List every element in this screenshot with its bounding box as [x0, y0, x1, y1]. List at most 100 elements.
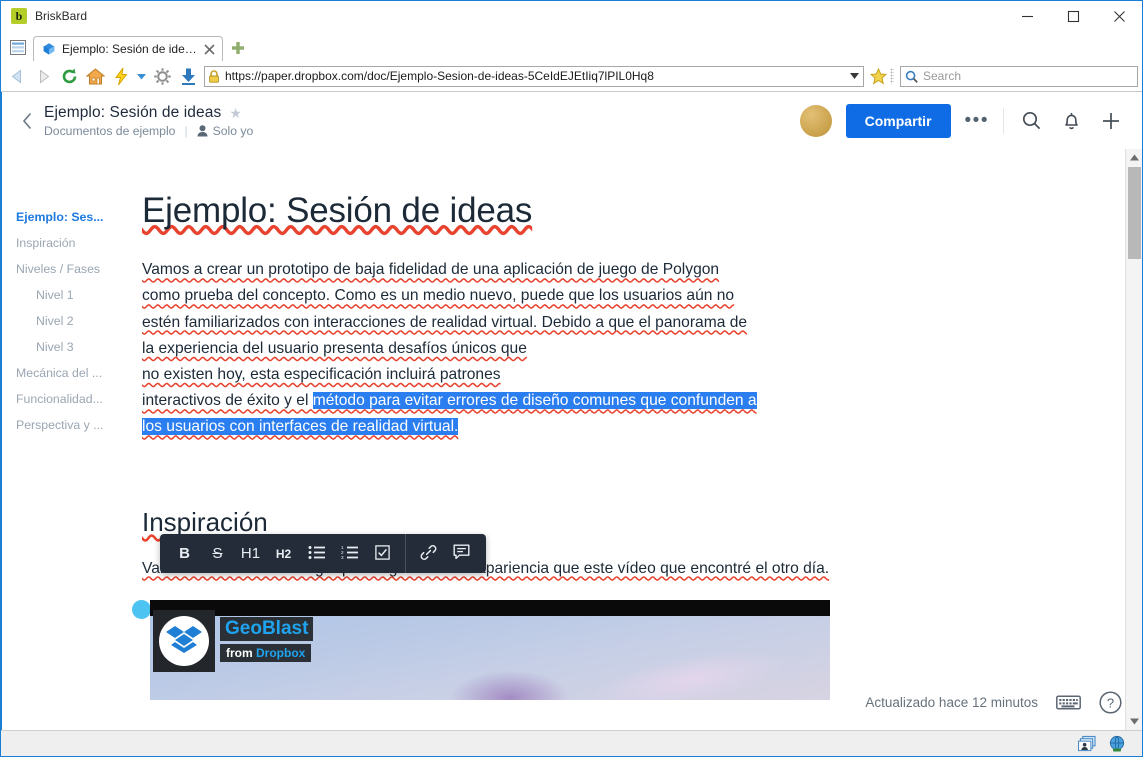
paragraph-1-line-4: la experiencia del usuario presenta desa…	[142, 339, 527, 357]
tab-close-icon[interactable]	[203, 43, 216, 56]
reload-icon[interactable]	[57, 64, 81, 88]
new-document-icon[interactable]	[1098, 108, 1124, 134]
app-logo-icon: b	[11, 8, 27, 24]
document-content[interactable]: Ejemplo: Sesión de ideas Vamos a crear u…	[132, 149, 832, 700]
search-input[interactable]: Search	[923, 69, 961, 83]
dropbox-logo-icon	[159, 615, 209, 666]
bookmark-star-icon[interactable]	[868, 67, 888, 85]
heading-2-button[interactable]: H2	[267, 537, 300, 570]
keyboard-shortcuts-icon[interactable]	[1056, 694, 1081, 711]
toc-item-4[interactable]: Nivel 2	[16, 308, 130, 334]
web-page: Ejemplo: Sesión de ideas ★ Documentos de…	[1, 92, 1142, 730]
paper-header: Ejemplo: Sesión de ideas ★ Documentos de…	[2, 92, 1142, 149]
search-icon[interactable]	[1018, 108, 1044, 134]
bulleted-list-button[interactable]	[300, 537, 333, 570]
paper-status-bar: Actualizado hace 12 minutos ?	[865, 691, 1122, 714]
video-background-blur-1	[587, 638, 793, 700]
selected-text-line-2[interactable]: los usuarios con interfaces de realidad …	[142, 418, 459, 436]
toc-item-3[interactable]: Nivel 1	[16, 282, 130, 308]
more-options-button[interactable]: •••	[965, 111, 989, 130]
turbo-dropdown-icon[interactable]	[135, 64, 148, 88]
numbered-list-icon: 1 2 3	[341, 545, 358, 563]
toc-item-6[interactable]: Mecánica del ...	[16, 360, 130, 386]
notifications-bell-icon[interactable]	[1058, 108, 1084, 134]
document-title-block: Ejemplo: Sesión de ideas ★ Documentos de…	[44, 104, 253, 138]
share-button[interactable]: Compartir	[845, 103, 951, 138]
checkbox-icon	[375, 544, 390, 563]
toc-item-0[interactable]: Ejemplo: Ses...	[16, 204, 130, 230]
toc-item-1[interactable]: Inspiración	[16, 230, 130, 256]
privacy-status[interactable]: Solo yo	[197, 123, 254, 138]
tab-label: Ejemplo: Sesión de ideas –	[62, 42, 197, 56]
avatar[interactable]	[799, 104, 832, 137]
strikethrough-icon: S	[212, 545, 223, 562]
status-bar	[1, 730, 1142, 756]
url-bar[interactable]: https://paper.dropbox.com/doc/Ejemplo-Se…	[204, 65, 864, 87]
heading-1-button[interactable]: H1	[234, 537, 267, 570]
search-bar[interactable]: Search	[900, 65, 1138, 87]
page-scrollbar[interactable]	[1125, 149, 1142, 730]
comment-icon	[453, 544, 470, 563]
browser-tab[interactable]: Ejemplo: Sesión de ideas –	[33, 36, 223, 61]
maximize-button[interactable]	[1050, 1, 1096, 31]
url-text: https://paper.dropbox.com/doc/Ejemplo-Se…	[225, 69, 654, 83]
toc-item-7[interactable]: Funcionalidad...	[16, 386, 130, 412]
minimize-button[interactable]	[1004, 1, 1050, 31]
document-area[interactable]: Ejemplo: Sesión de ideas Vamos a crear u…	[130, 149, 1142, 730]
paragraph-1-line-3: estén familiarizados con interacciones d…	[142, 313, 748, 331]
video-title: GeoBlast	[220, 616, 314, 641]
url-dropdown-icon[interactable]	[848, 73, 860, 79]
selected-text-line-1[interactable]: método para evitar errores de diseño com…	[312, 392, 757, 410]
panel-toggle-icon[interactable]	[7, 36, 29, 58]
toc-item-5[interactable]: Nivel 3	[16, 334, 130, 360]
help-icon[interactable]: ?	[1099, 691, 1122, 714]
document-heading-1-text: Ejemplo: Sesión de ideas	[142, 191, 533, 230]
video-subtitle: from Dropbox	[220, 643, 312, 662]
paragraph-1-line-1: Vamos a crear un prototipo de baja fidel…	[142, 261, 720, 279]
forward-icon[interactable]	[31, 64, 55, 88]
turbo-icon[interactable]	[109, 64, 133, 88]
scroll-down-arrow-icon[interactable]	[1126, 713, 1143, 730]
bold-button[interactable]: B	[168, 537, 201, 570]
drag-handle[interactable]	[132, 599, 151, 619]
video-embed[interactable]: GeoBlast from Dropbox	[150, 599, 830, 700]
breadcrumb-separator: |	[184, 123, 188, 138]
svg-text:?: ?	[1107, 695, 1114, 710]
settings-gear-icon[interactable]	[150, 64, 174, 88]
back-icon[interactable]	[5, 64, 29, 88]
scroll-up-arrow-icon[interactable]	[1126, 149, 1143, 166]
paragraph-1[interactable]: Vamos a crear un prototipo de baja fidel…	[142, 257, 832, 440]
paragraph-1-line-6: interactivos de éxito y el	[142, 392, 313, 410]
embed-wrapper: GeoBlast from Dropbox	[132, 599, 832, 700]
numbered-list-button[interactable]: 1 2 3	[333, 537, 366, 570]
document-heading-1[interactable]: Ejemplo: Sesión de ideas	[142, 191, 832, 231]
scrollbar-thumb[interactable]	[1127, 167, 1141, 259]
close-button[interactable]	[1096, 1, 1142, 31]
favorite-star-icon[interactable]: ★	[229, 106, 242, 120]
new-tab-icon[interactable]	[227, 37, 249, 59]
search-icon	[905, 70, 918, 83]
home-icon[interactable]	[83, 64, 107, 88]
toolbar-grip[interactable]	[890, 68, 894, 84]
document-title-row: Ejemplo: Sesión de ideas ★	[44, 104, 253, 122]
todo-checkbox-button[interactable]	[366, 537, 399, 570]
comment-button[interactable]	[445, 537, 478, 570]
video-background-blur-2	[450, 669, 570, 700]
strikethrough-button[interactable]: S	[201, 537, 234, 570]
link-button[interactable]	[412, 537, 445, 570]
downloads-icon[interactable]	[176, 64, 200, 88]
app-title: BriskBard	[35, 9, 88, 23]
page-title[interactable]: Ejemplo: Sesión de ideas	[44, 104, 221, 122]
windows-list-icon[interactable]	[1078, 735, 1096, 753]
status-tray	[1078, 735, 1136, 753]
network-status-icon[interactable]	[1108, 735, 1126, 753]
paper-body: Ejemplo: Ses... Inspiración Niveles / Fa…	[2, 149, 1142, 730]
back-chevron-icon[interactable]	[16, 106, 38, 136]
toc-item-8[interactable]: Perspectiva y ...	[16, 412, 130, 438]
navigation-toolbar: https://paper.dropbox.com/doc/Ejemplo-Se…	[1, 61, 1142, 92]
breadcrumb-folder[interactable]: Documentos de ejemplo	[44, 124, 175, 138]
privacy-label: Solo yo	[212, 123, 254, 138]
window-controls	[1004, 1, 1142, 31]
toc-item-2[interactable]: Niveles / Fases	[16, 256, 130, 282]
browser-window: b BriskBard Ejemplo: Sesión de ideas – h…	[0, 0, 1143, 757]
